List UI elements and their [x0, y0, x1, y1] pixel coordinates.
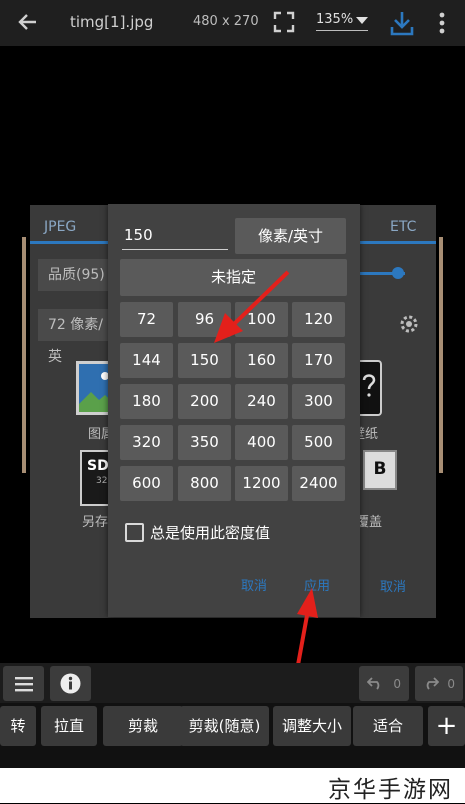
overwrite-icon-letter: B [373, 459, 387, 479]
info-button[interactable] [50, 666, 91, 701]
dpi-option-150[interactable]: 150 [178, 343, 231, 378]
undo-icon [367, 677, 380, 690]
apply-button[interactable]: 应用 [304, 575, 330, 594]
dpi-option-100[interactable]: 100 [235, 302, 288, 337]
dpi-option-500[interactable]: 500 [292, 425, 345, 460]
straighten-tool-button[interactable]: 拉直 [41, 706, 97, 746]
undo-button[interactable]: 0 [359, 666, 409, 701]
hamburger-icon [15, 677, 33, 692]
dpi-option-144[interactable]: 144 [120, 343, 173, 378]
fit-tool-button[interactable]: 适合 [353, 706, 423, 746]
more-menu-icon[interactable] [437, 10, 447, 36]
overwrite-icon[interactable]: B [363, 450, 397, 490]
ppi-field[interactable]: 72 像素/英 [38, 309, 112, 365]
undo-count: 0 [393, 677, 401, 691]
redo-button[interactable]: 0 [415, 666, 463, 701]
dpi-option-240[interactable]: 240 [235, 384, 288, 419]
image-edge-left [22, 237, 26, 473]
watermark-bar: 京华手游网 [0, 768, 465, 803]
dpi-option-72[interactable]: 72 [120, 302, 173, 337]
sd-card-capacity: 32 [96, 476, 108, 486]
dpi-option-120[interactable]: 120 [292, 302, 345, 337]
zoom-dropdown[interactable]: 135% [316, 12, 368, 31]
dpi-option-600[interactable]: 600 [120, 466, 173, 501]
quality-slider-thumb[interactable] [392, 267, 404, 279]
file-name: timg[1].jpg [70, 13, 154, 31]
dpi-option-800[interactable]: 800 [178, 466, 231, 501]
app-top-bar: timg[1].jpg 480 x 270 135% [0, 0, 465, 46]
crop-tool-button[interactable]: 剪裁 [103, 706, 183, 746]
dpi-option-200[interactable]: 200 [178, 384, 231, 419]
sd-card-text: SD [87, 458, 109, 474]
info-icon [60, 673, 81, 694]
dpi-option-180[interactable]: 180 [120, 384, 173, 419]
dpi-option-350[interactable]: 350 [178, 425, 231, 460]
unspecified-button[interactable]: 未指定 [120, 259, 347, 296]
dpi-option-160[interactable]: 160 [235, 343, 288, 378]
image-dimensions: 480 x 270 [193, 14, 259, 29]
quality-label: 品质(95) [38, 259, 116, 291]
tab-etc[interactable]: ETC [390, 219, 416, 235]
menu-button[interactable] [3, 666, 44, 701]
dpi-option-2400[interactable]: 2400 [292, 466, 345, 501]
dpi-dialog: 150 像素/英寸 未指定 总是使用此密度值 取消 应用 72 96 100 120 1… [108, 204, 360, 617]
image-edge-right [439, 237, 443, 473]
cancel-button[interactable]: 取消 [241, 575, 267, 594]
dpi-option-300[interactable]: 300 [292, 384, 345, 419]
bottom-strip [0, 751, 465, 768]
zoom-value: 135% [316, 12, 354, 27]
redo-count: 0 [447, 677, 455, 691]
back-arrow-icon[interactable] [14, 8, 42, 36]
unit-button[interactable]: 像素/英寸 [235, 218, 346, 254]
dpi-option-400[interactable]: 400 [235, 425, 288, 460]
watermark-text: 京华手游网 [328, 777, 453, 803]
dpi-option-1200[interactable]: 1200 [235, 466, 288, 501]
chevron-down-icon [356, 17, 368, 24]
add-tool-button[interactable]: + [428, 706, 465, 746]
bg-cancel-button[interactable]: 取消 [380, 576, 406, 595]
dpi-input[interactable]: 150 [122, 222, 228, 250]
redo-icon [426, 677, 439, 690]
download-icon[interactable] [389, 9, 415, 37]
tab-jpeg[interactable]: JPEG [44, 219, 76, 235]
dpi-option-320[interactable]: 320 [120, 425, 173, 460]
dpi-option-170[interactable]: 170 [292, 343, 345, 378]
always-use-label: 总是使用此密度值 [150, 524, 271, 542]
resize-tool-button[interactable]: 调整大小 [273, 706, 351, 746]
gear-icon[interactable] [398, 313, 420, 335]
rotate-tool-button[interactable]: 转 [0, 706, 36, 746]
dpi-option-96[interactable]: 96 [178, 302, 231, 337]
always-use-checkbox[interactable] [125, 523, 144, 542]
free-crop-tool-button[interactable]: 剪裁(随意) [180, 706, 269, 746]
save-as-label: 另存 [82, 515, 109, 530]
fullscreen-icon[interactable] [272, 10, 296, 34]
